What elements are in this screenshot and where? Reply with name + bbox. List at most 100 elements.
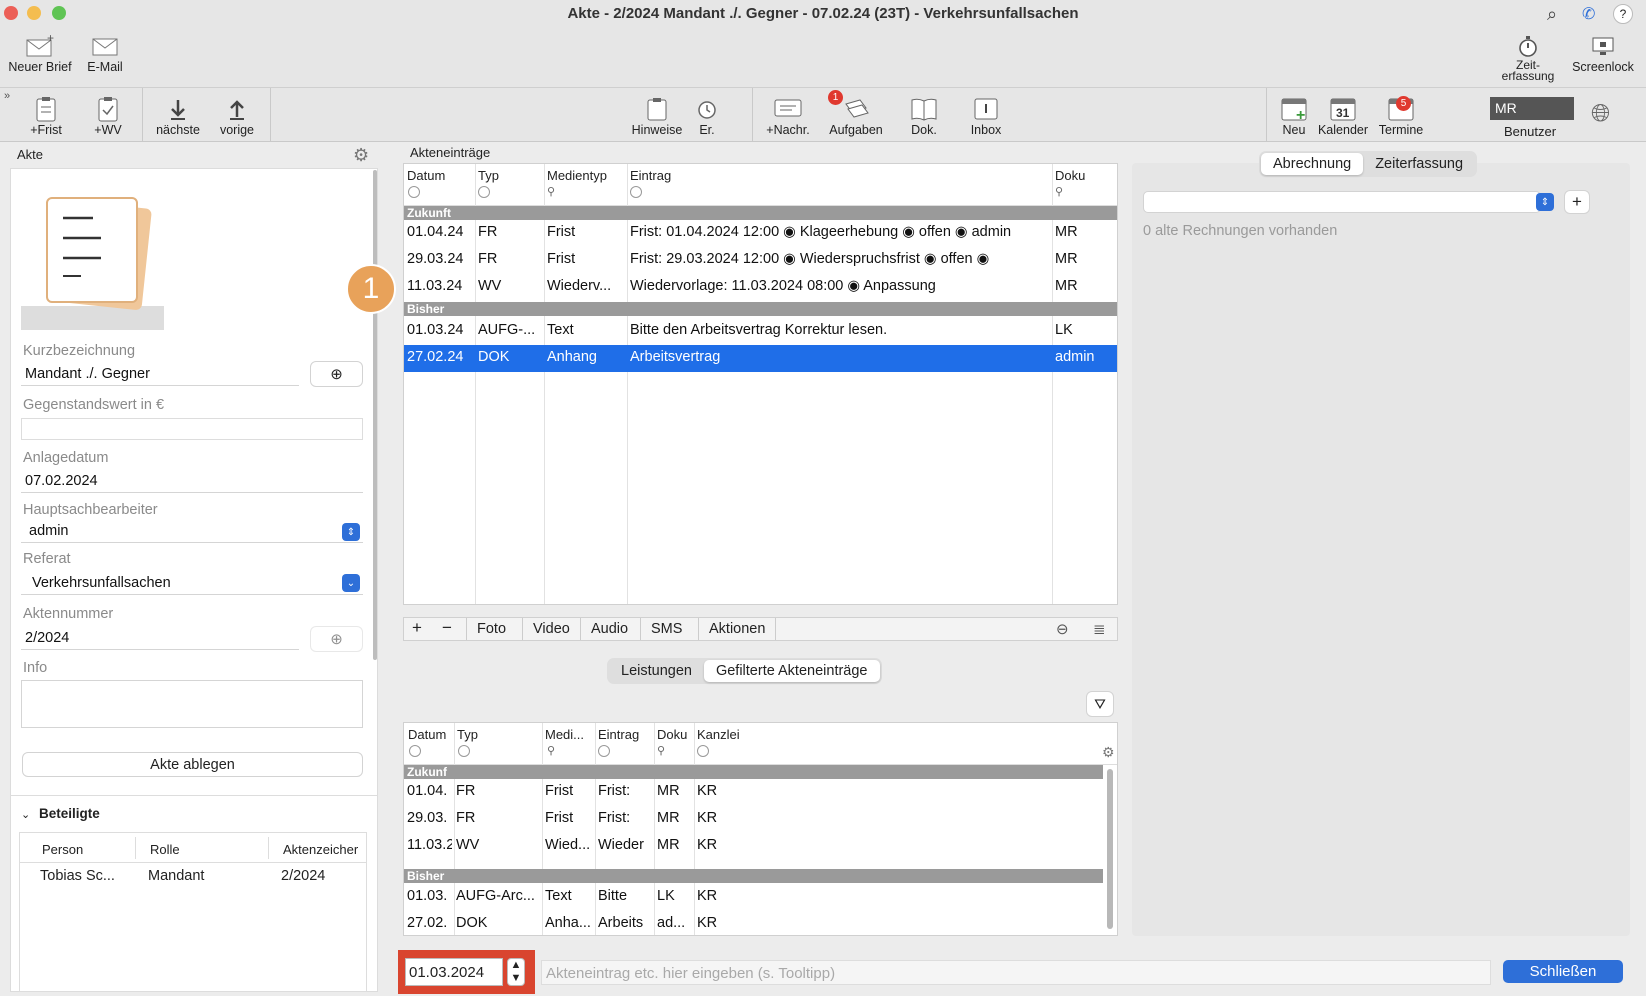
gear-icon[interactable]: ⚙: [353, 145, 369, 166]
tab-billing[interactable]: Abrechnung: [1261, 153, 1364, 175]
more-options-icon[interactable]: ⊖: [1056, 620, 1069, 638]
parties-col-file-ref[interactable]: Aktenzeicher: [283, 842, 358, 857]
info-field[interactable]: [21, 680, 363, 728]
table-row[interactable]: 01.03.24 AUFG-... Text Bitte den Arbeitsver…: [404, 318, 1117, 345]
department-select[interactable]: Verkehrsunfallsachen: [21, 573, 363, 595]
table-row[interactable]: 27.02.24 DOK Anhang Arbeitsvertrag admin: [404, 345, 1117, 372]
documents-button[interactable]: Dok.: [904, 95, 944, 137]
col-media-type[interactable]: Medientyp: [547, 168, 607, 183]
col-date[interactable]: Datum: [408, 727, 446, 742]
add-invoice-button[interactable]: +: [1564, 190, 1590, 214]
email-button[interactable]: E-Mail: [80, 32, 130, 74]
next-button[interactable]: nächste: [150, 95, 206, 137]
help-icon[interactable]: ?: [1613, 4, 1633, 24]
reminder-button[interactable]: Er.: [694, 95, 720, 137]
video-button[interactable]: Video: [522, 618, 580, 640]
column-settings-gear-icon[interactable]: ⚙: [1102, 744, 1115, 761]
type-filter-icon[interactable]: [478, 186, 490, 198]
entry-filter-icon[interactable]: [630, 186, 642, 198]
office-filter-icon[interactable]: [697, 745, 709, 757]
toolbar-overflow-chevron-icon[interactable]: »: [4, 90, 10, 102]
phone-icon[interactable]: ✆: [1582, 4, 1595, 24]
short-name-field[interactable]: Mandant ./. Gegner: [21, 364, 299, 386]
cell: LK: [657, 888, 675, 904]
screenlock-button[interactable]: Screenlock: [1566, 32, 1640, 74]
add-file-number-button[interactable]: ⊕: [310, 626, 363, 652]
table-row[interactable]: 27.02. DOK Anha... Arbeits ad... KR: [404, 911, 1117, 935]
col-type[interactable]: Typ: [478, 168, 499, 183]
remove-entry-button[interactable]: −: [434, 618, 460, 638]
col-date[interactable]: Datum: [407, 168, 445, 183]
doku-search-icon[interactable]: ⚲: [1055, 185, 1063, 198]
media-search-icon[interactable]: ⚲: [547, 185, 555, 198]
cell: 01.03.24: [407, 322, 464, 338]
close-button[interactable]: Schließen: [1503, 960, 1623, 983]
filter-button[interactable]: ⛛: [1086, 691, 1114, 717]
doku-search-icon[interactable]: ⚲: [657, 744, 665, 757]
sms-button[interactable]: SMS: [640, 618, 692, 640]
new-message-button[interactable]: +Nachr.: [760, 95, 816, 137]
search-icon[interactable]: ⌕: [1547, 4, 1557, 25]
tab-filtered-entries[interactable]: Gefilterte Akteneinträge: [703, 660, 880, 682]
add-deadline-button[interactable]: +Frist: [22, 95, 70, 137]
table-row[interactable]: 29.03. FR Frist Frist: MR KR: [404, 806, 1117, 833]
entry-date-field[interactable]: 01.03.2024: [405, 958, 503, 986]
tab-services[interactable]: Leistungen: [609, 660, 704, 682]
file-panel-header: Akte: [17, 147, 44, 162]
tab-time-tracking[interactable]: Zeiterfassung: [1363, 153, 1475, 175]
table-row[interactable]: 01.04.24 FR Frist Frist: 01.04.2024 12:00 ◉…: [404, 220, 1117, 247]
actions-button[interactable]: Aktionen: [698, 618, 777, 640]
department-select-arrow-icon[interactable]: ⌄: [342, 574, 360, 592]
time-tracking-button[interactable]: Zeit- erfassung: [1492, 32, 1564, 82]
parties-col-person[interactable]: Person: [42, 842, 83, 857]
parties-col-role[interactable]: Rolle: [150, 842, 180, 857]
group-future: Zukunf: [404, 765, 1103, 779]
new-appointment-button[interactable]: + Neu: [1276, 95, 1312, 137]
audio-button[interactable]: Audio: [580, 618, 638, 640]
col-media-type[interactable]: Medi...: [545, 727, 584, 742]
invoice-select[interactable]: [1143, 191, 1541, 213]
clerk-select[interactable]: admin: [21, 521, 363, 543]
invoice-select-arrow-icon[interactable]: ⇕: [1536, 193, 1554, 211]
archive-file-button[interactable]: Akte ablegen: [22, 752, 363, 777]
date-stepper[interactable]: ▲ ▼: [507, 958, 525, 986]
entry-input[interactable]: Akteneintrag etc. hier eingeben (s. Tool…: [541, 960, 1491, 985]
table-row[interactable]: 11.03.2 WV Wied... Wieder MR KR: [404, 833, 1117, 860]
file-number-field[interactable]: 2/2024: [21, 628, 299, 650]
add-resubmission-button[interactable]: +WV: [84, 95, 132, 137]
type-filter-icon[interactable]: [458, 745, 470, 757]
add-entry-button[interactable]: +: [404, 618, 430, 638]
value-field[interactable]: [21, 418, 363, 440]
table-row[interactable]: Tobias Sc... Mandant 2/2024: [20, 865, 366, 889]
clerk-select-arrow-icon[interactable]: ⇕: [342, 523, 360, 541]
globe-icon[interactable]: 🌐︎: [1591, 100, 1610, 128]
cell: Wied...: [545, 837, 591, 853]
col-entry[interactable]: Eintrag: [598, 727, 639, 742]
hints-button[interactable]: Hinweise: [626, 95, 688, 137]
new-letter-button[interactable]: + Neuer Brief: [6, 32, 74, 74]
entry-filter-icon[interactable]: [598, 745, 610, 757]
chevron-down-icon[interactable]: ⌄: [21, 808, 30, 821]
table-row[interactable]: 01.04. FR Frist Frist: MR KR: [404, 779, 1117, 806]
previous-button[interactable]: vorige: [212, 95, 262, 137]
col-office[interactable]: Kanzlei: [697, 727, 740, 742]
col-type[interactable]: Typ: [457, 727, 478, 742]
lower-scrollbar[interactable]: [1107, 769, 1113, 929]
table-row[interactable]: 01.03. AUFG-Arc... Text Bitte LK KR: [404, 884, 1117, 911]
col-doku[interactable]: Doku: [657, 727, 687, 742]
col-doku[interactable]: Doku: [1055, 168, 1085, 183]
list-icon[interactable]: ≣: [1093, 620, 1106, 638]
left-scrollbar[interactable]: [373, 170, 377, 660]
calendar-button[interactable]: 31 Kalender: [1314, 95, 1372, 137]
add-short-name-button[interactable]: ⊕: [310, 361, 363, 387]
photo-button[interactable]: Foto: [466, 618, 516, 640]
media-search-icon[interactable]: ⚲: [547, 744, 555, 757]
col-entry[interactable]: Eintrag: [630, 168, 671, 183]
created-date-field[interactable]: 07.02.2024: [21, 471, 363, 493]
table-row[interactable]: 29.03.24 FR Frist Frist: 29.03.2024 12:00 ◉…: [404, 247, 1117, 274]
date-filter-icon[interactable]: [409, 745, 421, 757]
inbox-button[interactable]: Inbox: [966, 95, 1006, 137]
table-row[interactable]: 11.03.24 WV Wiederv... Wiedervorlage: 11.03…: [404, 274, 1117, 301]
date-filter-icon[interactable]: [408, 186, 420, 198]
user-initials[interactable]: MR: [1490, 97, 1574, 120]
